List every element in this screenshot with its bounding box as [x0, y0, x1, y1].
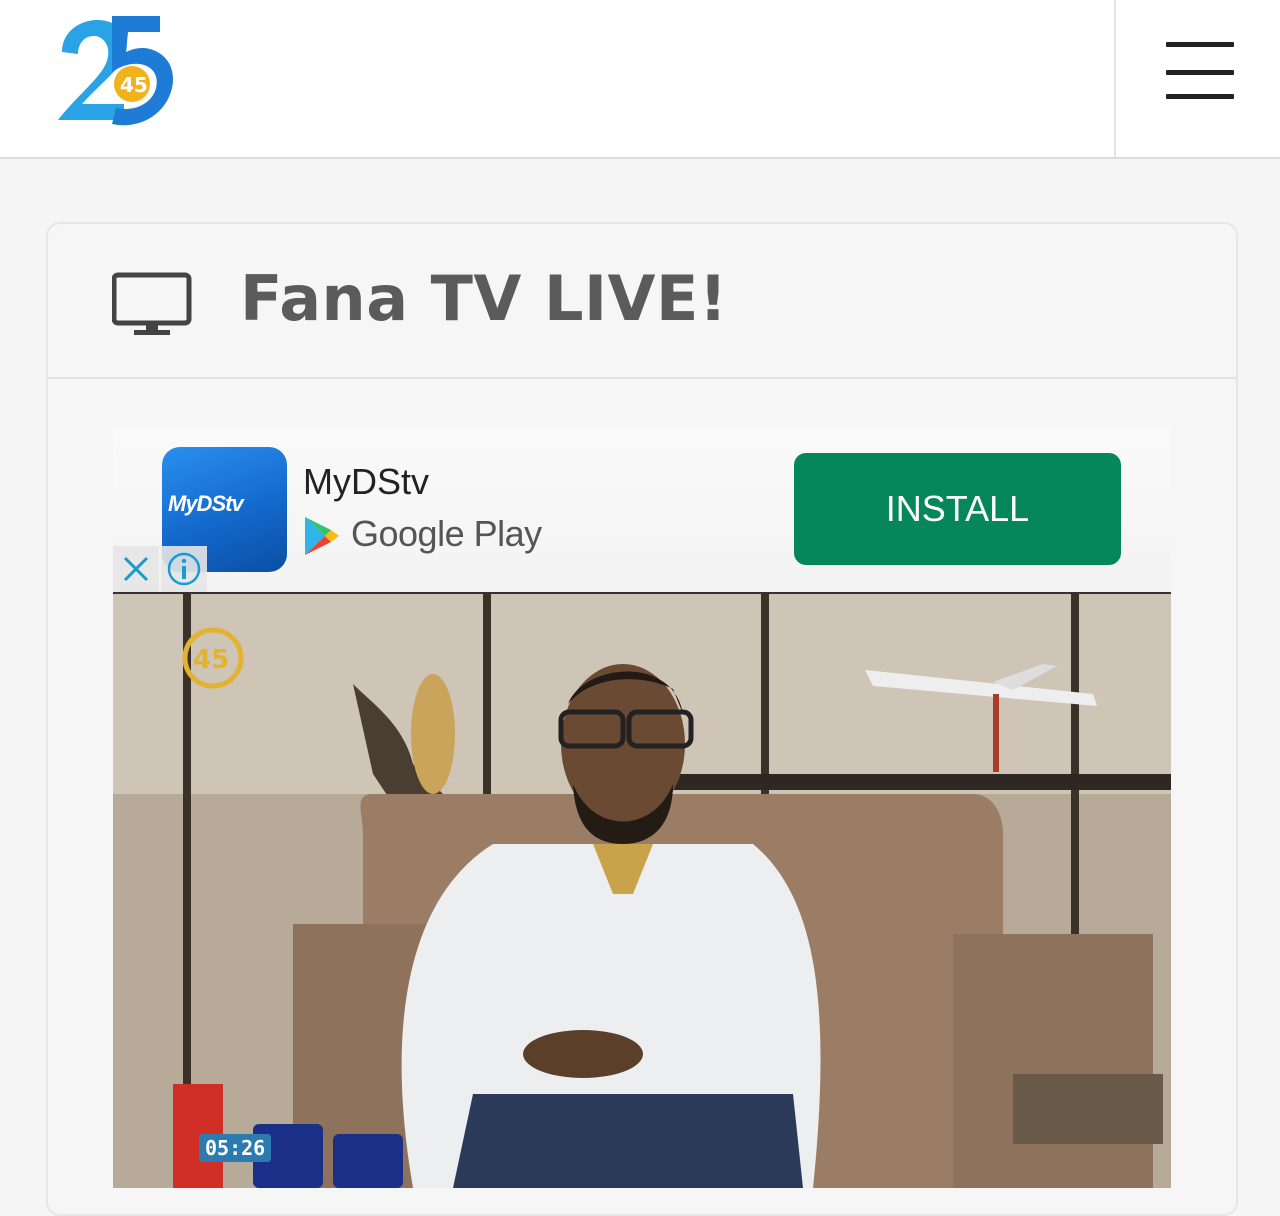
app-icon-label: MyDStv [168, 491, 244, 516]
google-play-icon [305, 517, 339, 555]
site-header: 45 [0, 0, 1280, 159]
close-icon [123, 556, 149, 582]
app-name[interactable]: MyDStv [303, 461, 429, 503]
header-divider [1114, 0, 1116, 157]
card-header: Fana TV LIVE! [48, 224, 1236, 379]
fana-25-logo-icon[interactable]: 45 [52, 12, 178, 132]
svg-text:45: 45 [193, 645, 229, 675]
tv-icon [112, 272, 192, 335]
video-frame: 45 [113, 594, 1171, 1188]
ad-info-button[interactable] [161, 546, 207, 592]
svg-text:45: 45 [120, 73, 148, 97]
ad-close-button[interactable] [113, 546, 159, 592]
store-name: Google Play [351, 513, 542, 554]
ad-banner[interactable]: MyDStv MyDStv Google Play INSTALL [113, 427, 1171, 592]
time-badge: 05:26 [199, 1134, 272, 1162]
info-icon [167, 552, 201, 586]
hamburger-menu-button[interactable] [1150, 28, 1250, 118]
ad-controls [113, 546, 209, 592]
live-video-player[interactable]: 45 05:26 [113, 592, 1171, 1188]
page-title: Fana TV LIVE! [240, 262, 728, 335]
install-button[interactable]: INSTALL [794, 453, 1121, 565]
